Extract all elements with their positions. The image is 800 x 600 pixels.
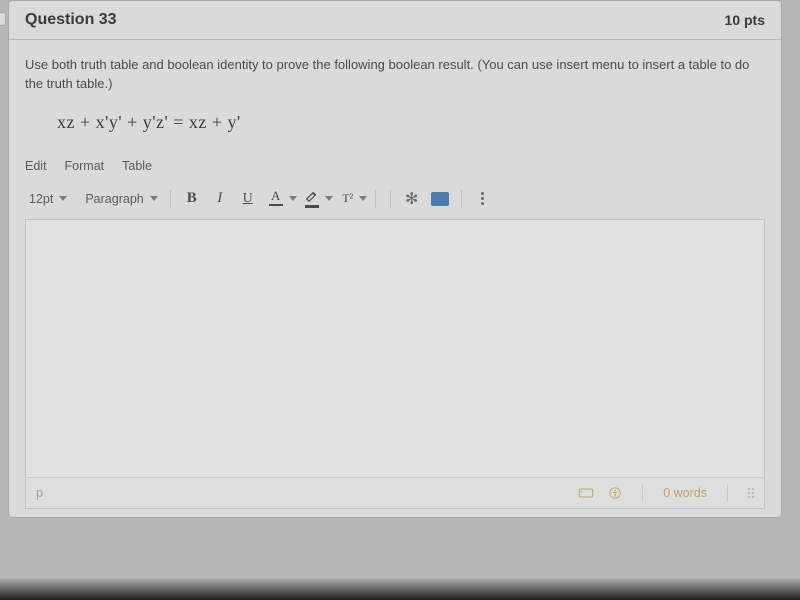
chevron-down-icon [150,196,158,201]
status-divider [642,484,643,502]
block-format-select[interactable]: Paragraph [81,190,161,208]
word-count[interactable]: 0 words [663,486,707,500]
chevron-down-icon [59,196,67,201]
superscript-button[interactable]: T² [335,187,361,211]
accessibility-icon[interactable] [608,486,622,500]
toolbar-divider [375,190,376,208]
color-bar-icon [305,205,319,208]
element-path[interactable]: p [36,485,43,500]
resize-handle[interactable] [748,488,754,498]
font-size-value: 12pt [29,192,53,206]
toolbar-divider [390,190,391,208]
chevron-down-icon[interactable] [289,196,297,201]
question-points: 10 pts [725,12,765,28]
more-options-button[interactable] [470,187,496,211]
italic-button[interactable]: I [207,187,233,211]
color-bar-icon [269,204,283,207]
question-title: Question 33 [25,11,117,29]
highlighter-icon [305,189,319,203]
toolbar-divider [170,190,171,208]
text-color-letter: A [271,191,280,201]
menu-table[interactable]: Table [122,159,152,173]
boolean-equation: xz + x'y' + y'z' = xz + y' [57,112,765,133]
status-divider [727,484,728,502]
embed-icon [431,192,449,206]
text-color-button[interactable]: A [263,187,289,211]
kebab-icon [477,188,488,209]
editor-menubar: Edit Format Table [25,159,765,173]
asterisk-icon: ✻ [405,189,418,209]
highlight-button[interactable] [299,187,325,211]
rich-text-editor[interactable] [25,219,765,477]
toolbar-divider [461,190,462,208]
font-size-select[interactable]: 12pt [25,190,71,208]
keyboard-icon[interactable] [578,486,594,500]
embed-button[interactable] [427,187,453,211]
question-card: Question 33 10 pts Use both truth table … [8,0,782,518]
question-prompt: Use both truth table and boolean identit… [25,56,765,94]
question-header: Question 33 10 pts [9,1,781,40]
bottom-edge [0,578,800,600]
underline-button[interactable]: U [235,187,261,211]
editor-toolbar: 12pt Paragraph B I U A [25,183,765,219]
editor-status-bar: p 0 words [25,477,765,509]
menu-edit[interactable]: Edit [25,159,47,173]
block-format-value: Paragraph [85,192,143,206]
chevron-down-icon[interactable] [359,196,367,201]
bold-button[interactable]: B [179,187,205,211]
chevron-down-icon[interactable] [325,196,333,201]
menu-format[interactable]: Format [65,159,105,173]
flag-tab[interactable] [0,12,6,26]
special-char-button[interactable]: ✻ [399,187,425,211]
